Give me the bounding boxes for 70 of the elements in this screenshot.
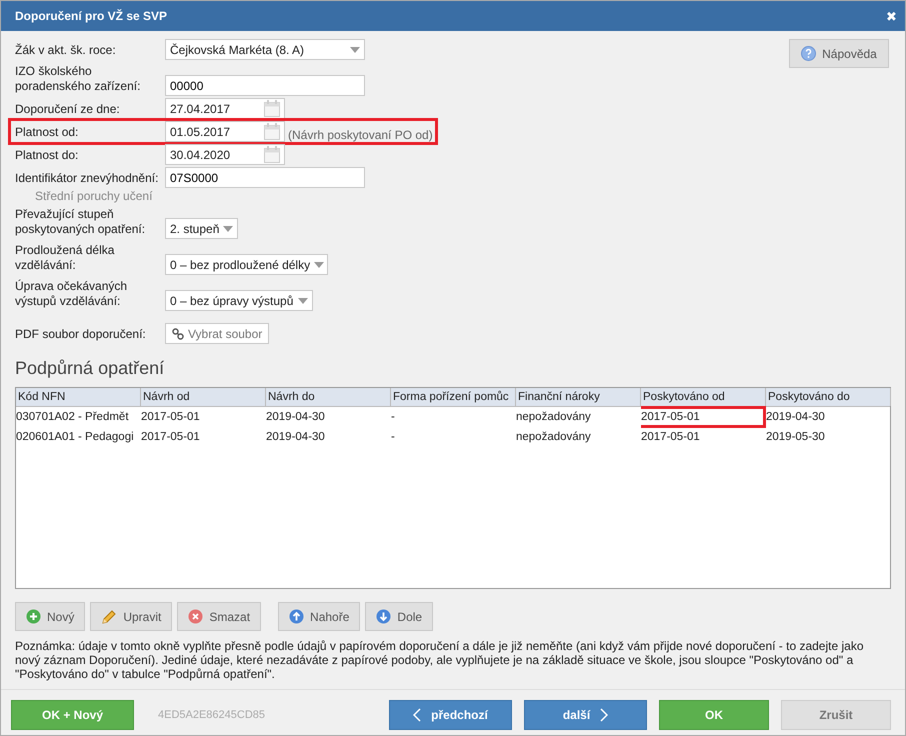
caret-icon [298, 298, 308, 304]
table-cell-text: 2017-05-01 [641, 430, 701, 445]
previous-button[interactable]: předchozí [389, 700, 512, 730]
date-field[interactable]: 27.04.2017 [165, 98, 285, 119]
caret-icon [314, 262, 324, 268]
record-code: 4ED5A2E86245CD85 [158, 708, 266, 720]
field-label: Převažující stupeň poskytovaných opatření: [15, 206, 146, 238]
table-cell-text: 2019-04-30 [766, 410, 826, 425]
text-field[interactable]: 00000 [165, 75, 365, 96]
table-cell-text: - [391, 430, 396, 445]
calendar-icon[interactable] [264, 123, 280, 140]
toolbar-button[interactable]: Dole [365, 602, 434, 631]
note-text: Poznámka: údaje v tomto okně vyplňte přesně podle údajů v papírovém doporučení a dále je již neměňte (ani když vám přijde nové doporučení - to zadejte jako nový záznam Doporučení). Jediné údaje, které nezadáváte z papírové podoby, ale vyplňujete je na základě situace ve škole, jsou sloupce "Poskytováno od" a "Poskytováno do" v tabulce "Podpůrná opatření". [15, 639, 865, 681]
link-icon [172, 328, 184, 340]
calendar-icon[interactable] [264, 146, 280, 163]
delete-icon [188, 609, 204, 624]
pencil-icon [101, 608, 118, 624]
close-button[interactable]: ✖ [886, 8, 897, 24]
toolbar-button[interactable]: Nahoře [278, 602, 360, 631]
highlighted-cell: 2017-05-01 [641, 406, 766, 428]
help-button[interactable]: Nápověda [789, 39, 889, 68]
dropdown[interactable]: 0 – bez prodloužené délky [165, 254, 328, 275]
section-title: Podpůrná opatření [15, 358, 166, 379]
table-cell-text: 020601A01 - Pedagogi [16, 430, 135, 445]
table-cell-text: nepožadovány [516, 410, 592, 425]
column-header[interactable]: Forma pořízení pomůc [391, 388, 516, 406]
table-cell-text: - [391, 410, 396, 425]
field-label: Prodloužená délka vzdělávání: [15, 242, 116, 274]
table-cell-text: 2019-04-30 [266, 410, 326, 425]
field-label: Platnost od: [15, 124, 80, 141]
column-header[interactable]: Finanční nároky [516, 388, 641, 406]
caret-icon [223, 226, 234, 232]
toolbar-button[interactable]: Upravit [90, 602, 172, 631]
next-button[interactable]: další [524, 700, 647, 730]
date-field[interactable]: 30.04.2020 [165, 144, 285, 165]
field-label: Žák v akt. šk. roce: [15, 42, 117, 59]
field-label: Úprava očekávaných výstupů vzdělávání: [15, 278, 128, 310]
plus-icon [26, 609, 41, 624]
chevron-left-icon [413, 708, 422, 722]
text-field[interactable]: 07S0000 [165, 167, 365, 188]
date-field[interactable]: 01.05.2017 [165, 121, 285, 142]
column-header[interactable]: Kód NFN [16, 388, 141, 406]
column-header[interactable]: Návrh od [141, 388, 266, 406]
field-label: Platnost do: [15, 147, 80, 164]
field-label: PDF soubor doporučení: [15, 326, 147, 343]
column-header[interactable]: Poskytováno od [641, 388, 766, 406]
toolbar-button[interactable]: Nový [15, 602, 86, 631]
table-cell-text: 2017-05-01 [141, 410, 201, 425]
toolbar-button[interactable]: Smazat [177, 602, 262, 631]
field-label: Identifikátor znevýhodnění: [15, 170, 160, 187]
column-header[interactable]: Návrh do [266, 388, 391, 406]
table-cell-text: 2019-04-30 [266, 430, 326, 445]
field-label: IZO školského poradenského zařízení: [15, 63, 142, 95]
table-cell-text: 2019-05-30 [766, 430, 826, 445]
window-title: Doporučení pro VŽ se SVP [15, 9, 168, 23]
help-icon [801, 46, 816, 61]
calendar-icon[interactable] [264, 100, 280, 117]
hint-text: (Návrh poskytovaní PO od) [288, 128, 433, 142]
chevron-right-icon [600, 708, 608, 722]
table-cell-text: 2017-05-01 [141, 430, 201, 445]
file-button[interactable]: Vybrat soubor [165, 323, 270, 344]
dropdown[interactable]: Čejkovská Markéta (8. A) [165, 39, 365, 60]
field-description: Střední poruchy učení [34, 189, 154, 203]
dropdown[interactable]: 0 – bez úpravy výstupů [165, 290, 313, 311]
dropdown[interactable]: 2. stupeň [165, 218, 238, 239]
column-header[interactable]: Poskytováno do [766, 388, 891, 406]
field-label: Doporučení ze dne: [15, 101, 121, 118]
table-cell-text: nepožadovány [516, 430, 592, 445]
caret-icon [350, 46, 360, 52]
table-cell-text: 030701A02 - Předmět [16, 410, 130, 425]
